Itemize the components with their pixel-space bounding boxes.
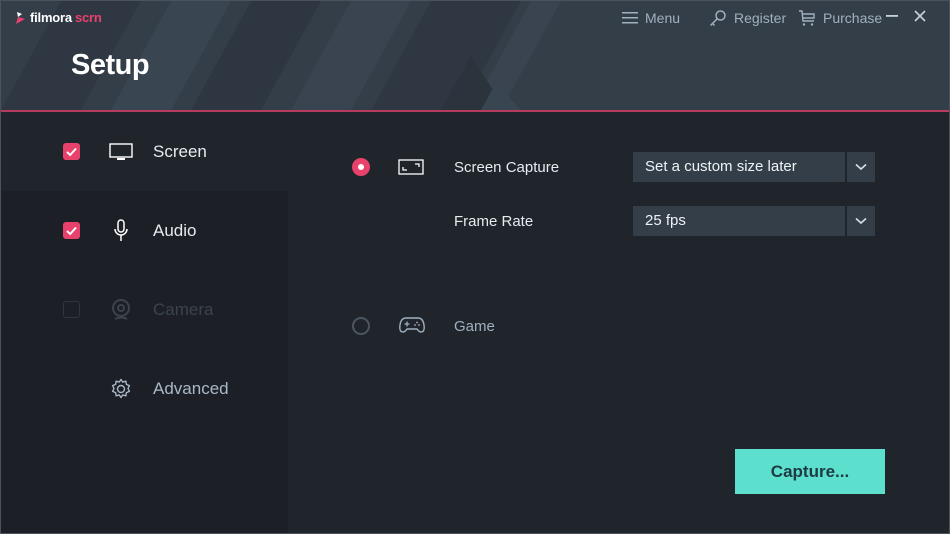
logo-text-scrn: scrn: [74, 10, 102, 25]
sidebar-item-screen[interactable]: Screen: [1, 112, 288, 191]
chevron-down-icon[interactable]: [847, 152, 875, 182]
page-title: Setup: [71, 49, 150, 81]
sidebar-label-advanced: Advanced: [153, 378, 229, 398]
frame-rate-dropdown[interactable]: 25 fps: [633, 206, 875, 236]
screen-capture-radio[interactable]: [352, 158, 370, 176]
hamburger-icon: [622, 12, 638, 24]
app-logo: filmora scrn: [15, 10, 102, 25]
frame-rate-value: 25 fps: [633, 206, 845, 236]
game-radio[interactable]: [352, 317, 370, 335]
sidebar-label-screen: Screen: [153, 141, 207, 161]
camera-checkbox: [63, 301, 80, 318]
microphone-icon: [108, 218, 134, 244]
checkmark-icon: [66, 147, 77, 157]
capture-size-value: Set a custom size later: [633, 152, 845, 182]
key-icon: [709, 10, 726, 27]
frame-rate-label: Frame Rate: [454, 213, 534, 230]
screen-checkbox[interactable]: [63, 143, 80, 160]
gear-icon: [108, 376, 134, 402]
menu-button[interactable]: Menu: [622, 10, 680, 26]
fullscreen-icon: [398, 158, 424, 176]
register-label: Register: [734, 10, 787, 26]
minimize-icon[interactable]: [885, 9, 899, 23]
app-window: filmora scrn Setup Menu Register Purchas…: [0, 0, 950, 534]
sidebar-label-audio: Audio: [153, 220, 197, 240]
chevron-down-icon[interactable]: [847, 206, 875, 236]
filmora-logo-icon: [16, 11, 25, 24]
game-label: Game: [454, 318, 495, 335]
screen-capture-label: Screen Capture: [454, 159, 560, 176]
sidebar-item-advanced[interactable]: Advanced: [1, 349, 288, 428]
main-panel: Screen Capture Set a custom size later F…: [288, 112, 949, 533]
purchase-button[interactable]: Purchase: [798, 9, 882, 27]
webcam-icon: [108, 297, 134, 323]
gamepad-icon: [399, 315, 425, 335]
sidebar-item-audio[interactable]: Audio: [1, 191, 288, 270]
cart-icon: [799, 10, 815, 26]
register-button[interactable]: Register: [709, 9, 786, 27]
capture-button[interactable]: Capture...: [735, 449, 885, 494]
sidebar-item-camera: Camera: [1, 270, 288, 349]
capture-size-dropdown[interactable]: Set a custom size later: [633, 152, 875, 182]
close-icon[interactable]: [913, 9, 927, 23]
monitor-icon: [108, 139, 134, 165]
sidebar: Screen Audio Camera Advanced: [1, 112, 288, 533]
checkmark-icon: [66, 226, 77, 236]
header: filmora scrn Setup Menu Register Purchas…: [1, 1, 949, 110]
sidebar-label-camera: Camera: [153, 299, 214, 319]
audio-checkbox[interactable]: [63, 222, 80, 239]
menu-label: Menu: [645, 10, 681, 26]
logo-text-filmora: filmora: [30, 10, 72, 25]
purchase-label: Purchase: [823, 10, 883, 26]
